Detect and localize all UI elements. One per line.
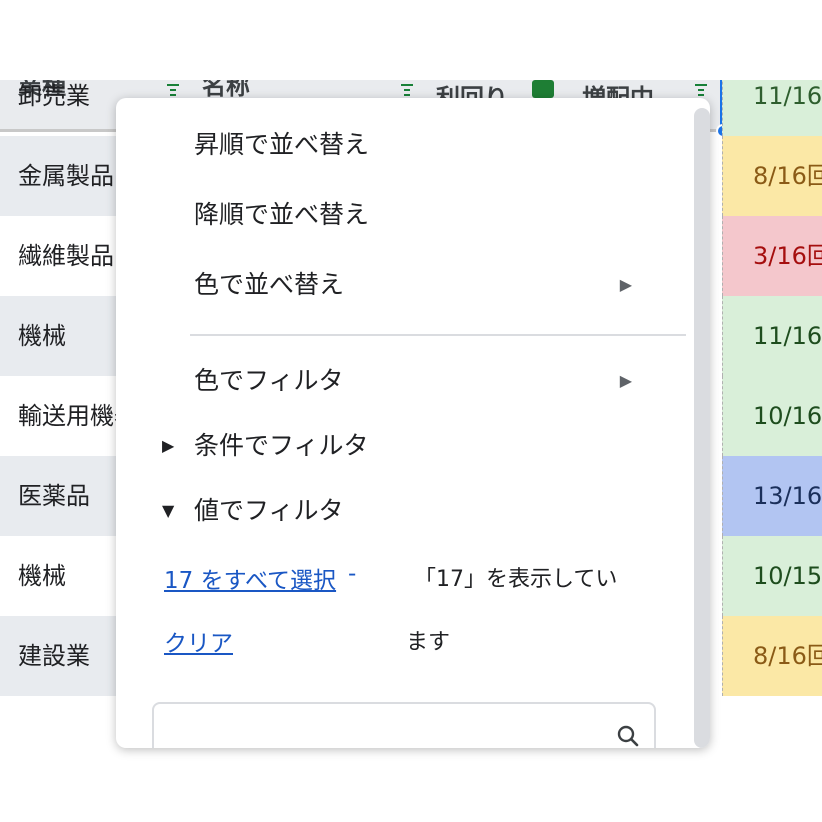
expanded-arrow-icon: ▼ (162, 501, 175, 520)
filter-by-color-label: 色でフィルタ (194, 366, 344, 395)
menu-divider (190, 334, 686, 336)
filter-icon[interactable] (166, 84, 180, 98)
visible-count-status-cont: ます (406, 630, 451, 655)
industry-cell[interactable]: 金属製品 (0, 136, 116, 216)
count-cell[interactable]: 8/16回 (722, 136, 822, 216)
select-all-link[interactable]: 17 をすべて選択 (164, 561, 336, 595)
count-cell[interactable]: 13/16回 (722, 456, 822, 536)
submenu-arrow-icon: ▶ (619, 275, 632, 294)
industry-cell[interactable]: 輸送用機器 (0, 376, 116, 456)
sort-by-color-label: 色で並べ替え (194, 270, 345, 299)
filter-icon[interactable] (694, 84, 708, 98)
filter-by-condition-item[interactable]: ▶ 条件でフィルタ (116, 415, 686, 477)
visible-count-status: 「17」を表示してい (414, 567, 618, 592)
submenu-arrow-icon: ▶ (619, 371, 632, 390)
industry-cell[interactable]: 卸売業 (0, 80, 116, 136)
count-cell[interactable]: 10/15回 (722, 536, 822, 616)
count-cell[interactable]: 11/16回 (722, 80, 822, 136)
count-cell[interactable]: 10/16回 (722, 376, 822, 456)
active-filter-icon[interactable] (532, 80, 554, 98)
filter-by-color-item[interactable]: 色でフィルタ ▶ (116, 350, 686, 412)
value-search-input[interactable] (152, 702, 656, 748)
industry-cell[interactable]: 機械 (0, 536, 116, 616)
search-icon (617, 725, 639, 747)
filter-by-value-label: 値でフィルタ (194, 496, 344, 525)
count-cell[interactable]: 8/16回 (722, 616, 822, 696)
link-separator: - (348, 561, 357, 587)
count-cell[interactable]: 3/16回 (722, 216, 822, 296)
sort-descending-item[interactable]: 降順で並べ替え (116, 184, 686, 246)
filter-by-condition-label: 条件でフィルタ (194, 431, 369, 460)
menu-scrollbar[interactable] (694, 108, 710, 748)
filter-icon[interactable] (400, 84, 414, 98)
count-cell[interactable]: 11/16回 (722, 296, 822, 376)
filter-dropdown-menu: 昇順で並べ替え 降順で並べ替え 色で並べ替え ▶ 色でフィルタ ▶ ▶ 条件でフ… (116, 98, 710, 748)
industry-cell[interactable]: 繊維製品 (0, 216, 116, 296)
sort-ascending-item[interactable]: 昇順で並べ替え (116, 114, 686, 176)
page-bottom (0, 742, 822, 822)
filter-by-value-item[interactable]: ▼ 値でフィルタ (116, 480, 686, 542)
clear-link[interactable]: クリア (164, 624, 233, 658)
collapsed-arrow-icon: ▶ (162, 436, 175, 455)
industry-cell[interactable]: 医薬品 (0, 456, 116, 536)
industry-cell[interactable]: 機械 (0, 296, 116, 376)
sort-by-color-item[interactable]: 色で並べ替え ▶ (116, 254, 686, 316)
industry-cell[interactable]: 建設業 (0, 616, 116, 696)
